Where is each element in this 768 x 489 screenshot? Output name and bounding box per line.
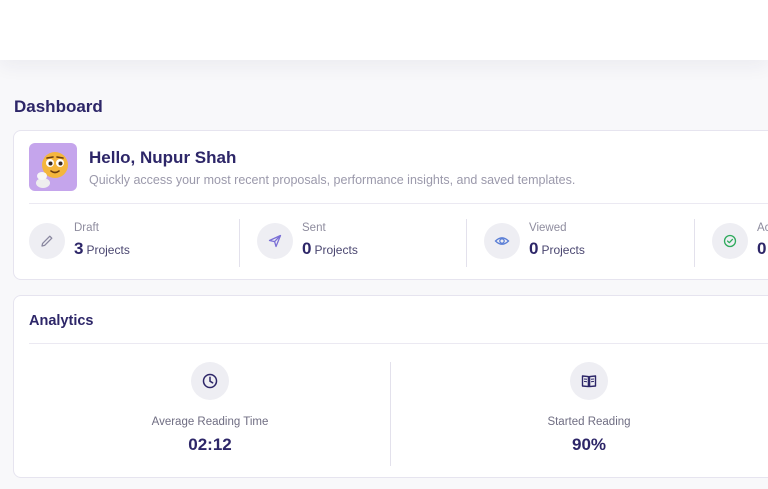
paper-plane-icon <box>257 223 293 259</box>
divider <box>466 219 467 267</box>
check-circle-icon <box>712 223 748 259</box>
project-stats: Draft 3 Projects Sent 0 Projects Viewed … <box>14 217 768 267</box>
metric-label: Average Reading Time <box>151 416 269 428</box>
metric-label: Started Reading <box>547 416 631 428</box>
stat-label: Viewed <box>529 222 567 234</box>
stat-count: 0 <box>302 239 312 258</box>
divider <box>29 203 768 204</box>
stat-count: 0 <box>757 239 767 258</box>
stat-label: Ac <box>757 222 768 234</box>
analytics-title: Analytics <box>29 313 94 329</box>
stat-count: 3 <box>74 239 84 258</box>
metric-average-reading-time: Average Reading Time 02:12 <box>90 362 330 455</box>
greeting-subtitle: Quickly access your most recent proposal… <box>89 173 576 187</box>
emoji-avatar-icon <box>36 152 68 188</box>
page-title: Dashboard <box>14 97 103 116</box>
divider <box>239 219 240 267</box>
stat-unit: Projects <box>86 243 130 257</box>
stat-label: Draft <box>74 222 99 234</box>
book-icon <box>570 362 608 400</box>
divider <box>29 343 768 344</box>
stat-count: 0 <box>529 239 539 258</box>
greeting-heading: Hello, Nupur Shah <box>89 148 237 167</box>
metric-started-reading: Started Reading 90% <box>469 362 709 455</box>
welcome-card: Hello, Nupur Shah Quickly access your mo… <box>13 130 768 280</box>
stat-label: Sent <box>302 222 326 234</box>
stat-unit: Projects <box>314 243 358 257</box>
stat-unit: Projects <box>541 243 585 257</box>
metric-value: 90% <box>571 435 607 454</box>
avatar <box>29 143 77 191</box>
top-header-bar <box>0 0 768 60</box>
clock-icon <box>191 362 229 400</box>
analytics-card: Analytics Average Reading Time 02:12 Sta… <box>13 295 768 478</box>
divider <box>694 219 695 267</box>
divider <box>390 362 391 466</box>
metric-value: 02:12 <box>188 435 232 454</box>
eye-icon <box>484 223 520 259</box>
pencil-icon <box>29 223 65 259</box>
